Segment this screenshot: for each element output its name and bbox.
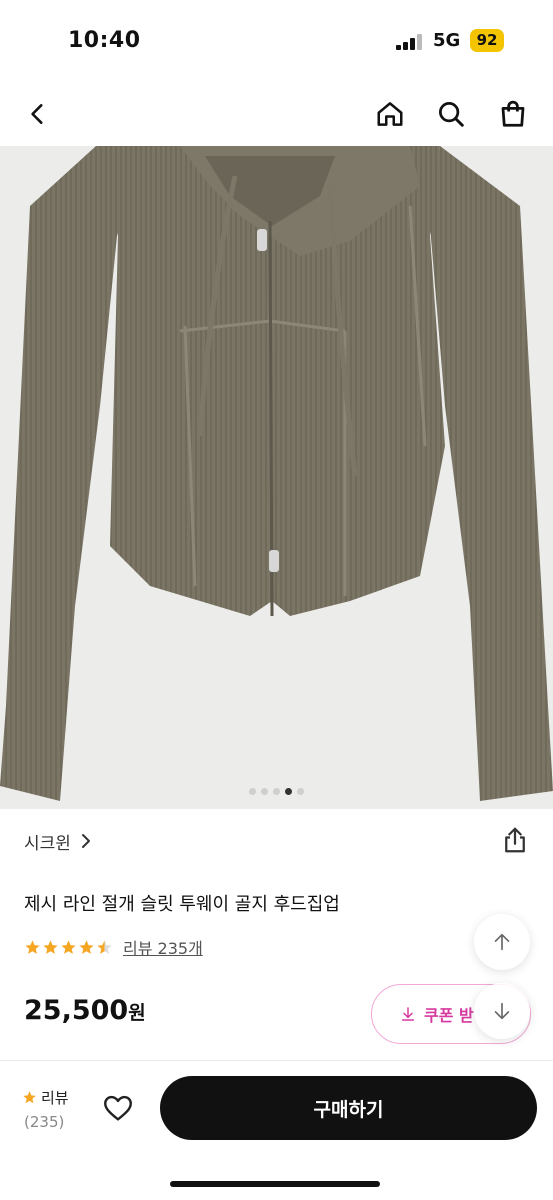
star-icon bbox=[23, 1091, 36, 1104]
download-icon bbox=[401, 1007, 415, 1021]
cart-button[interactable] bbox=[493, 94, 533, 134]
star-icon bbox=[43, 939, 58, 954]
search-icon bbox=[439, 102, 464, 127]
review-label: 리뷰 bbox=[41, 1089, 69, 1107]
review-count: (235) bbox=[24, 1113, 65, 1131]
scroll-down-button[interactable] bbox=[474, 983, 530, 1039]
gallery-dot[interactable] bbox=[285, 788, 292, 795]
scroll-up-button[interactable] bbox=[474, 914, 530, 970]
chevron-right-icon bbox=[81, 834, 90, 848]
star-half-icon bbox=[97, 939, 112, 954]
chevron-left-icon bbox=[31, 104, 43, 124]
gallery-dot[interactable] bbox=[273, 788, 280, 795]
star-icon bbox=[79, 939, 94, 954]
share-icon bbox=[505, 827, 525, 853]
home-button[interactable] bbox=[370, 94, 410, 134]
price-unit: 원 bbox=[128, 1002, 146, 1024]
heart-icon bbox=[104, 1095, 132, 1121]
arrow-up-icon bbox=[494, 933, 510, 951]
buy-button[interactable]: 구매하기 bbox=[160, 1076, 537, 1140]
rating-row: 리뷰 235개 bbox=[24, 934, 203, 960]
shopping-bag-icon bbox=[501, 100, 525, 127]
gallery-dot[interactable] bbox=[297, 788, 304, 795]
network-label: 5G bbox=[433, 30, 461, 51]
arrow-down-icon bbox=[494, 1002, 510, 1020]
product-title: 제시 라인 절개 슬릿 투웨이 골지 후드집업 bbox=[24, 894, 340, 915]
wishlist-button[interactable] bbox=[101, 1091, 135, 1125]
gallery-dot[interactable] bbox=[261, 788, 268, 795]
bottom-action-bar: 리뷰 (235) 구매하기 bbox=[0, 1060, 553, 1200]
review-count-link[interactable]: 리뷰 235개 bbox=[123, 935, 203, 959]
signal-icon bbox=[396, 34, 422, 50]
home-icon bbox=[377, 102, 403, 126]
coupon-label: 쿠폰 받 bbox=[424, 1006, 474, 1025]
product-image-gallery[interactable] bbox=[0, 146, 553, 809]
shop-name: 시크윈 bbox=[24, 833, 71, 854]
star-icon bbox=[25, 939, 40, 954]
back-button[interactable] bbox=[18, 94, 58, 134]
top-navigation bbox=[0, 82, 553, 146]
review-summary[interactable]: 리뷰 bbox=[22, 1087, 69, 1108]
share-button[interactable] bbox=[500, 825, 530, 855]
price: 25,500원 bbox=[24, 995, 146, 1026]
status-time: 10:40 bbox=[68, 28, 141, 53]
star-icon bbox=[61, 939, 76, 954]
price-value: 25,500 bbox=[24, 995, 129, 1026]
battery-badge: 92 bbox=[470, 29, 504, 52]
shop-link[interactable]: 시크윈 bbox=[24, 826, 93, 856]
search-button[interactable] bbox=[431, 94, 471, 134]
gallery-pagination bbox=[0, 788, 553, 795]
status-bar: 10:40 5G 92 bbox=[0, 0, 553, 82]
home-indicator bbox=[170, 1181, 380, 1187]
product-photo bbox=[0, 146, 553, 809]
gallery-dot[interactable] bbox=[249, 788, 256, 795]
star-rating bbox=[24, 939, 113, 956]
